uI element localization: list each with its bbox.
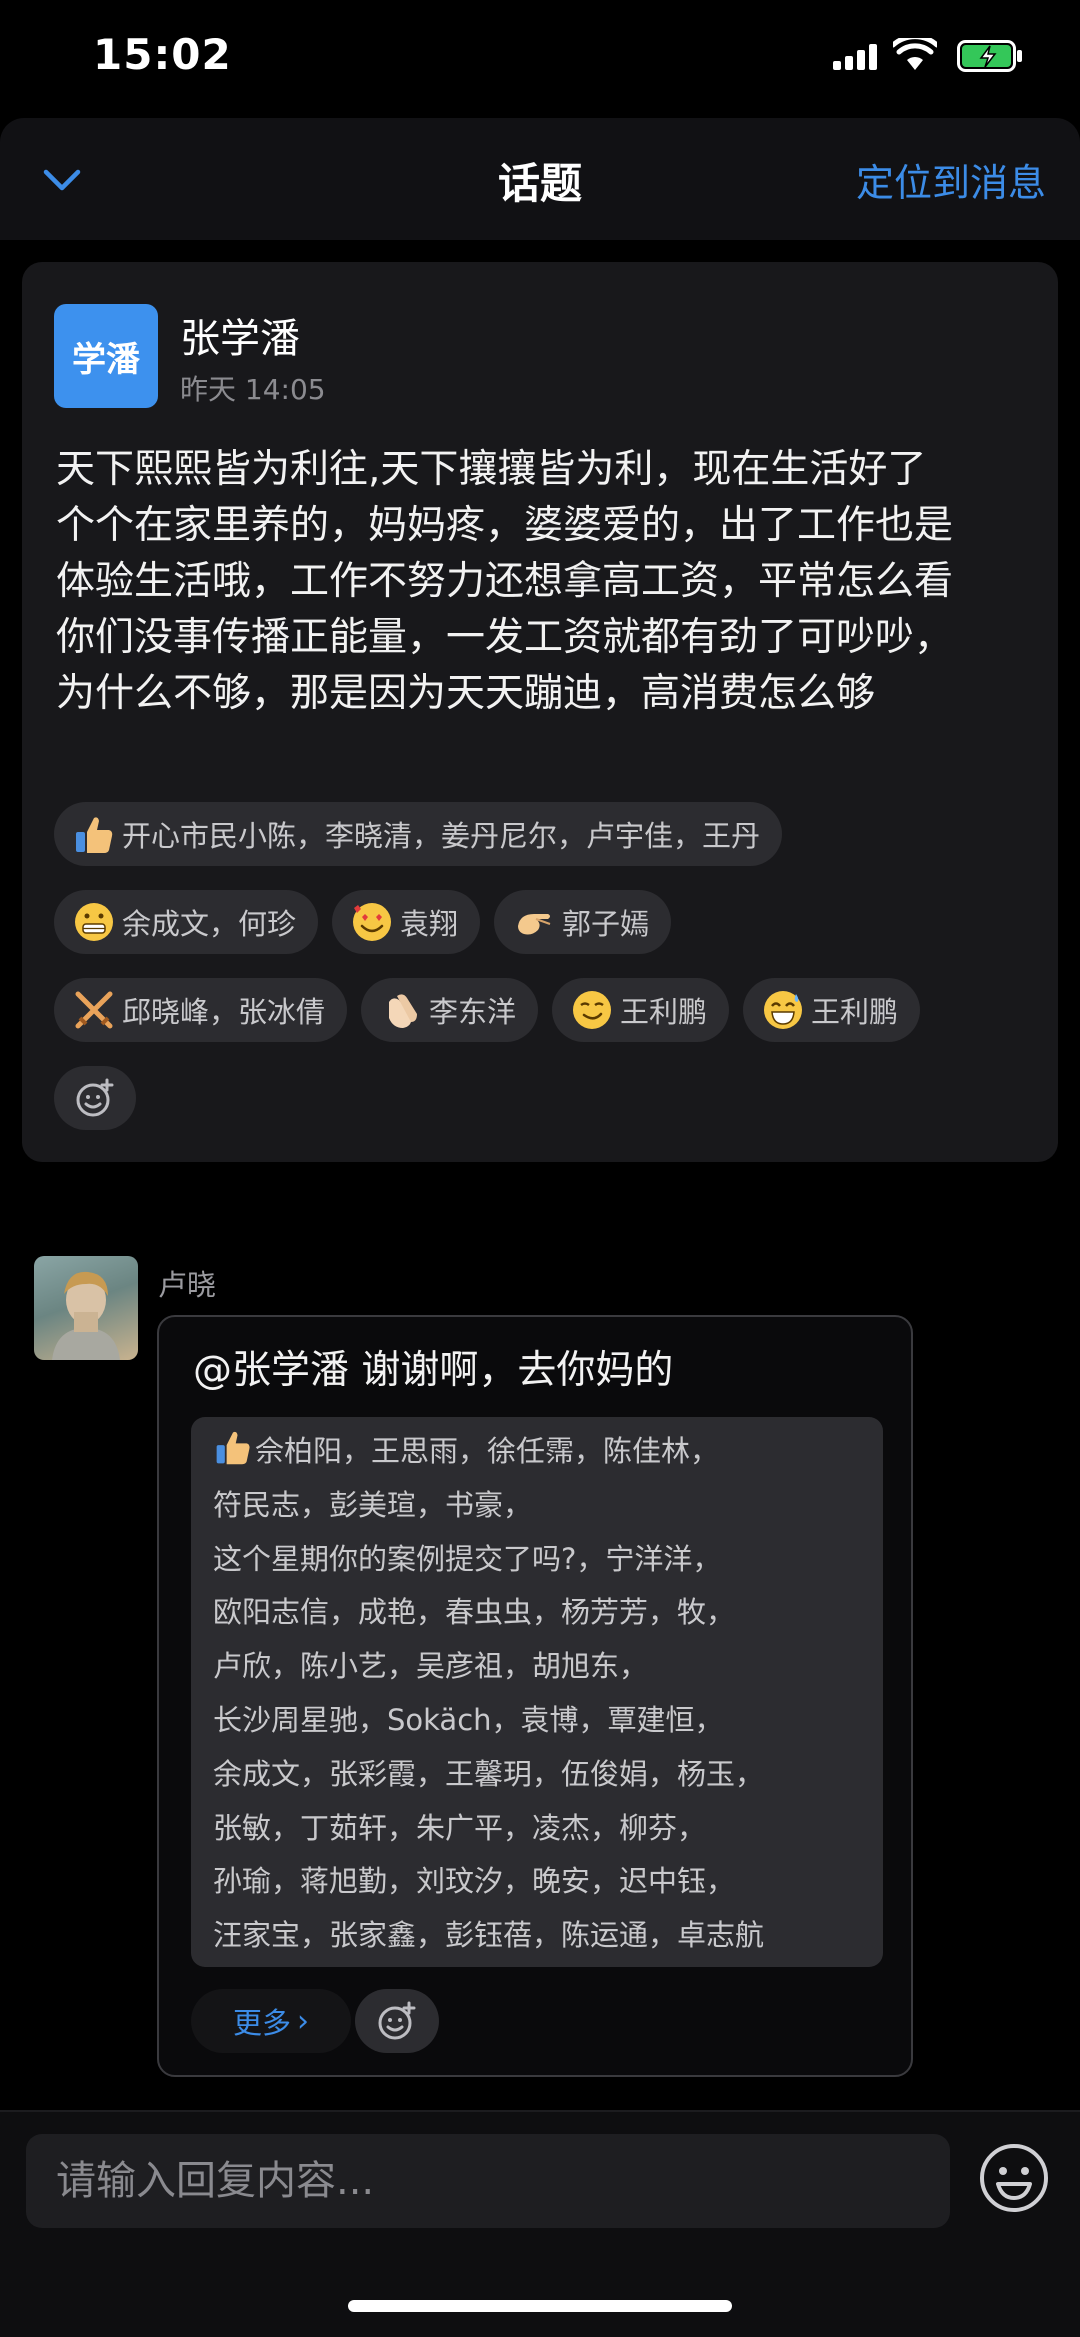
add-emoji-icon	[76, 1078, 114, 1117]
add-reaction-button[interactable]	[355, 1989, 439, 2053]
signal-icon	[833, 44, 877, 70]
likers-line: 长沙周星驰，Sokäch，袁博，覃建恒，	[213, 1702, 724, 1737]
reaction-names: 开心市民小陈，李晓清，姜丹尼尔，卢宇佳，王丹	[122, 819, 761, 853]
likers-line: 佘柏阳，王思雨，徐任霈，陈佳林，	[213, 1425, 861, 1479]
post-body: 天下熙熙皆为利往,天下攘攘皆为利，现在生活好了个个在家里养的，妈妈疼，婆婆爱的，…	[56, 447, 954, 716]
likers-list[interactable]: 佘柏阳，王思雨，徐任霈，陈佳林， 符民志，彭美瑄，书豪， 这个星期你的案例提交了…	[191, 1417, 883, 1967]
reaction-chip[interactable]: 王利鹏	[552, 978, 730, 1042]
pinching-hand-icon	[518, 914, 551, 935]
likers-line: 符民志，彭美瑄，书豪，	[213, 1487, 533, 1522]
grin-sweat-emoji-icon	[764, 991, 803, 1029]
likers-line: 欧阳志信，成艳，春虫虫，杨芳芳，牧，	[213, 1595, 736, 1630]
reaction-names: 王利鹏	[620, 995, 708, 1029]
chevron-right-icon: ›	[297, 2003, 309, 2039]
reaction-chip[interactable]: 郭子嫣	[494, 890, 672, 954]
thumbs-up-icon	[216, 1431, 250, 1465]
likers-line: 孙瑜，蒋旭勤，刘玟汐，晚安，迟中钰，	[213, 1864, 736, 1899]
add-emoji-icon	[378, 2001, 416, 2040]
nav-bar: 话题 定位到消息	[0, 118, 1080, 240]
status-time: 15:02	[93, 30, 232, 79]
locate-message-button[interactable]: 定位到消息	[856, 152, 1046, 207]
reaction-chip[interactable]: 邱晓峰，张冰倩	[54, 978, 348, 1042]
likers-line: 余成文，张彩霞，王馨玥，伍俊娟，杨玉，	[213, 1756, 765, 1791]
wifi-icon	[893, 38, 937, 70]
clapping-hands-icon	[389, 994, 418, 1028]
emoji-icon[interactable]	[978, 2142, 1050, 2214]
more-label: 更多	[232, 2006, 291, 2040]
add-reaction-button[interactable]	[54, 1066, 136, 1130]
reaction-names: 余成文，何珍	[122, 907, 297, 941]
likers-line: 汪家宝，张家鑫，彭钰蓓，陈运通，卓志航	[213, 1918, 765, 1953]
reaction-chip[interactable]: 余成文，何珍	[54, 890, 319, 954]
author-avatar[interactable]: 学潘	[54, 304, 158, 408]
thumbs-up-icon	[76, 817, 113, 853]
avatar[interactable]	[34, 1256, 138, 1360]
more-button[interactable]: 更多 ›	[191, 1989, 351, 2053]
grimace-emoji-icon	[75, 903, 113, 941]
reaction-names: 袁翔	[400, 907, 459, 941]
reply-author-name: 卢晓	[158, 1268, 217, 1302]
author-name: 张学潘	[180, 316, 300, 362]
home-indicator[interactable]	[348, 2300, 732, 2312]
reaction-chip[interactable]: 李东洋	[361, 978, 539, 1042]
status-bar: 15:02	[0, 0, 1080, 110]
likers-line: 张敏，丁茹轩，朱广平，凌杰，柳芬，	[213, 1810, 707, 1845]
likers-line: 卢欣，陈小艺，吴彦祖，胡旭东，	[213, 1649, 649, 1684]
reaction-chip[interactable]: 开心市民小陈，李晓清，姜丹尼尔，卢宇佳，王丹	[54, 802, 783, 866]
reply-text: @张学潘 谢谢啊，去你妈的	[193, 1348, 674, 1393]
likers-line: 这个星期你的案例提交了吗?，宁洋洋，	[213, 1541, 722, 1576]
crossed-swords-icon	[75, 991, 113, 1029]
smiling-hearts-emoji-icon	[353, 903, 392, 941]
reaction-chip[interactable]: 袁翔	[332, 890, 481, 954]
reaction-list: 开心市民小陈，李晓清，姜丹尼尔，卢宇佳，王丹 余成文，何珍 袁翔 郭子嫣 邱晓峰…	[54, 802, 1034, 1154]
smirk-emoji-icon	[573, 991, 612, 1029]
user-photo-icon	[52, 1271, 120, 1360]
reaction-names: 王利鹏	[811, 995, 899, 1029]
post-timestamp: 昨天 14:05	[180, 373, 326, 406]
reply-bubble: @张学潘 谢谢啊，去你妈的 佘柏阳，王思雨，徐任霈，陈佳林， 符民志，彭美瑄，书…	[157, 1315, 913, 2077]
reaction-names: 郭子嫣	[562, 907, 650, 941]
battery-charging-icon	[957, 40, 1022, 72]
reply-input[interactable]	[26, 2134, 950, 2228]
topic-card: 学潘 张学潘 昨天 14:05 天下熙熙皆为利往,天下攘攘皆为利，现在生活好了个…	[22, 262, 1058, 1162]
reaction-chip[interactable]: 王利鹏	[743, 978, 921, 1042]
reaction-names: 邱晓峰，张冰倩	[122, 995, 326, 1029]
reaction-names: 李东洋	[429, 995, 517, 1029]
